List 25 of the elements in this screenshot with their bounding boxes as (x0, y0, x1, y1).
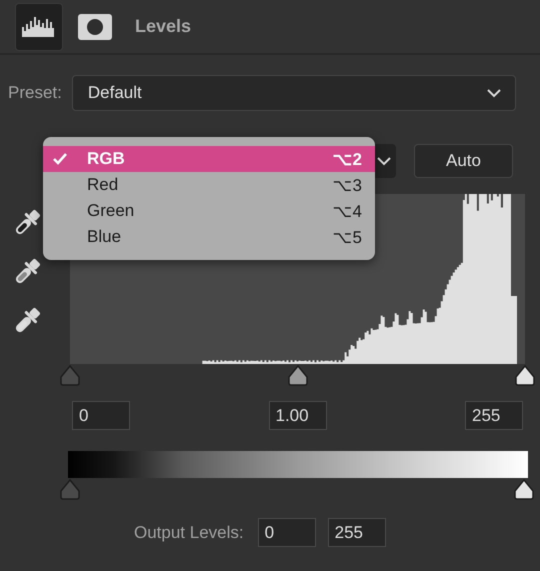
menu-item[interactable]: RGB ⌥2 (43, 146, 375, 172)
slider-thumb[interactable] (59, 364, 81, 386)
preset-label: Preset: (8, 83, 62, 103)
input-level-field[interactable]: 0 (72, 401, 130, 430)
slider-thumb[interactable] (514, 364, 536, 386)
slider-thumb[interactable] (59, 478, 81, 500)
menu-item[interactable]: Red ⌥3 (43, 172, 375, 198)
histogram-tab[interactable] (15, 2, 63, 50)
input-level-field[interactable]: 1.00 (268, 401, 326, 430)
slider-thumb[interactable] (286, 364, 308, 386)
panel-title: Levels (135, 16, 192, 37)
preset-dropdown[interactable]: Default (72, 75, 516, 111)
slider-thumb[interactable] (513, 478, 535, 500)
input-level-field[interactable]: 255 (465, 401, 523, 430)
check-icon (53, 153, 67, 165)
chevron-icon (487, 88, 501, 98)
menu-item[interactable]: Blue ⌥5 (43, 224, 375, 250)
chevron-icon (377, 156, 391, 166)
mask-icon (78, 14, 112, 40)
output-level-field[interactable]: 0 (258, 518, 316, 547)
auto-button[interactable]: Auto (414, 144, 513, 178)
menu-item[interactable]: Green ⌥4 (43, 198, 375, 224)
histogram-icon (21, 14, 57, 38)
output-level-field[interactable]: 255 (328, 518, 386, 547)
output-levels-label: Output Levels: (134, 522, 244, 542)
